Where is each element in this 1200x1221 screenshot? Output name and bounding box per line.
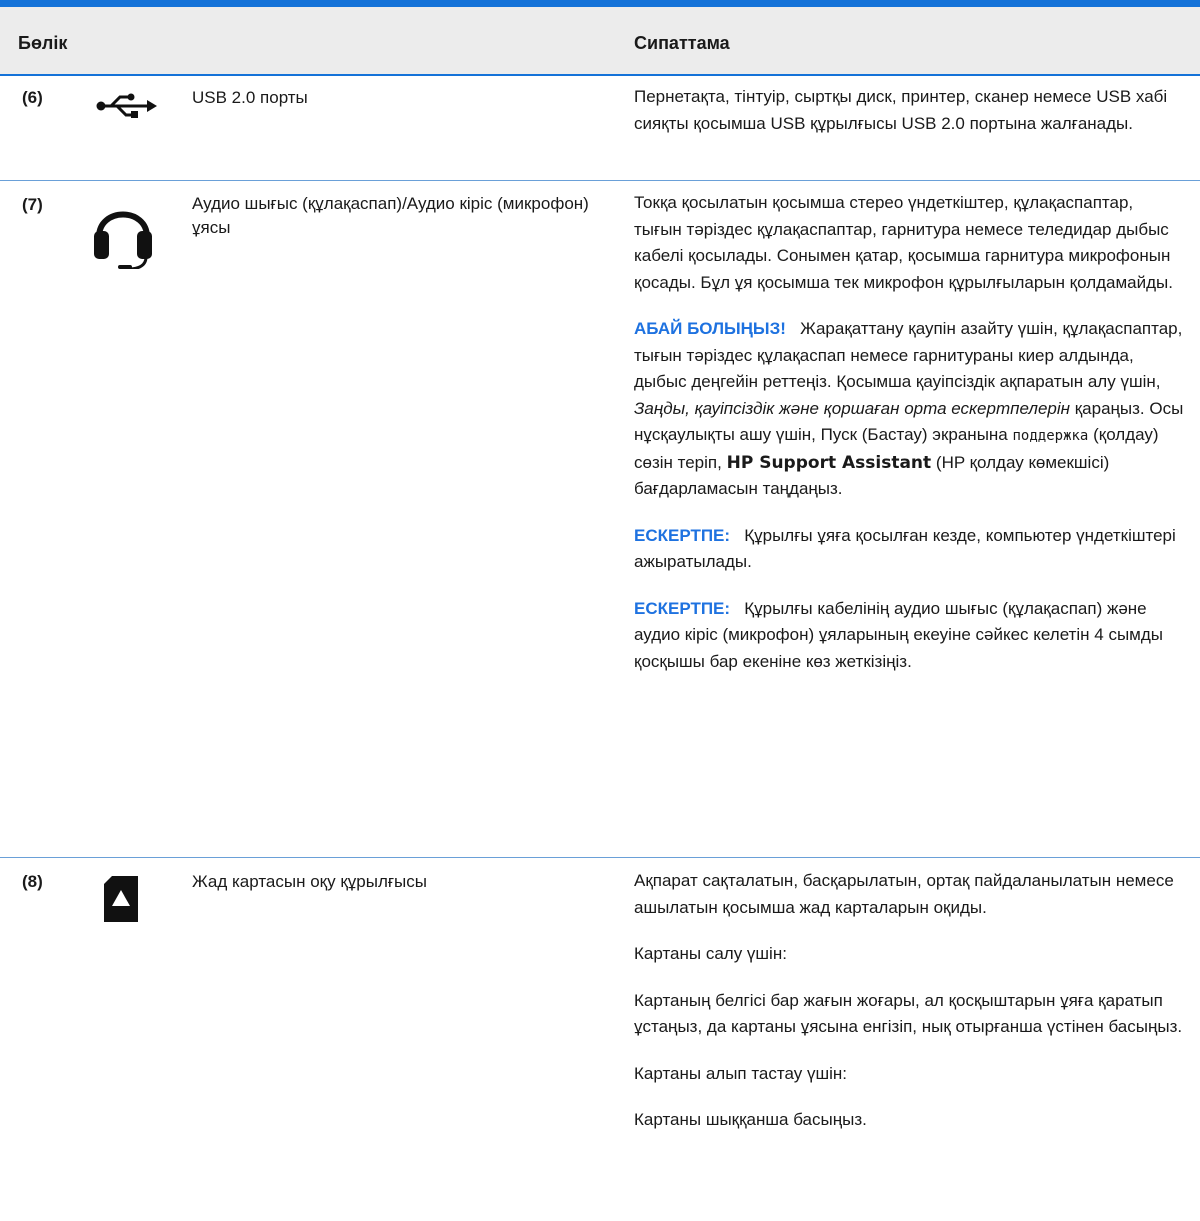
header-rule <box>0 74 1200 76</box>
row-divider <box>0 180 1200 181</box>
note-label: ЕСКЕРТПЕ: <box>634 598 731 618</box>
description-text: Токқа қосылатын қосымша стерео үндеткішт… <box>634 193 1173 292</box>
component-description: Токқа қосылатын қосымша стерео үндеткішт… <box>634 190 1184 695</box>
remove-instructions: Картаны шыққанша басыңыз. <box>634 1110 867 1129</box>
usb-icon <box>95 92 159 125</box>
memory-card-icon <box>104 876 138 927</box>
insert-heading: Картаны салу үшін: <box>634 944 787 963</box>
note: ЕСКЕРТПЕ: Құрылғы ұяға қосылған кезде, к… <box>634 523 1184 576</box>
remove-heading: Картаны алып тастау үшін: <box>634 1063 847 1083</box>
row-number: (6) <box>22 88 43 107</box>
component-description: Пернетақта, тінтуір, сыртқы диск, принте… <box>634 84 1184 157</box>
note-label: ЕСКЕРТПЕ: <box>634 525 731 545</box>
header-description: Сипаттама <box>634 33 730 53</box>
component-name: Аудио шығыс (құлақаспап)/Аудио кіріс (ми… <box>192 194 589 237</box>
row-number: (7) <box>22 195 43 214</box>
row-number: (8) <box>22 872 43 891</box>
component-description: Ақпарат сақталатын, басқарылатын, ортақ … <box>634 868 1184 1154</box>
top-rule <box>0 0 1200 7</box>
warning-note: АБАЙ БОЛЫҢЫЗ! Жарақаттану қаупін азайту … <box>634 316 1184 503</box>
description-text: Ақпарат сақталатын, басқарылатын, ортақ … <box>634 871 1174 917</box>
note: ЕСКЕРТПЕ: Құрылғы кабелінің аудио шығыс … <box>634 596 1184 676</box>
search-term: поддержка <box>1012 428 1089 444</box>
insert-instructions: Картаның белгісі бар жағын жоғары, ал қо… <box>634 990 1183 1037</box>
component-name: USB 2.0 порты <box>192 88 308 107</box>
row-divider <box>0 857 1200 858</box>
headset-icon <box>92 193 154 274</box>
header-part: Бөлік <box>18 33 68 53</box>
warning-label: АБАЙ БОЛЫҢЫЗ! <box>634 319 786 338</box>
component-name: Жад картасын оқу құрылғысы <box>192 872 427 891</box>
description-text: Пернетақта, тінтуір, сыртқы диск, принте… <box>634 87 1168 133</box>
table-header: Бөлік Сипаттама <box>0 7 1200 74</box>
component-table: Бөлік Сипаттама (6) USB 2.0 порты Пернет… <box>0 0 1200 1221</box>
document-reference: Заңды, қауіпсіздік және қоршаған орта ес… <box>634 398 1070 418</box>
app-name: HP Support Assistant <box>726 452 932 473</box>
